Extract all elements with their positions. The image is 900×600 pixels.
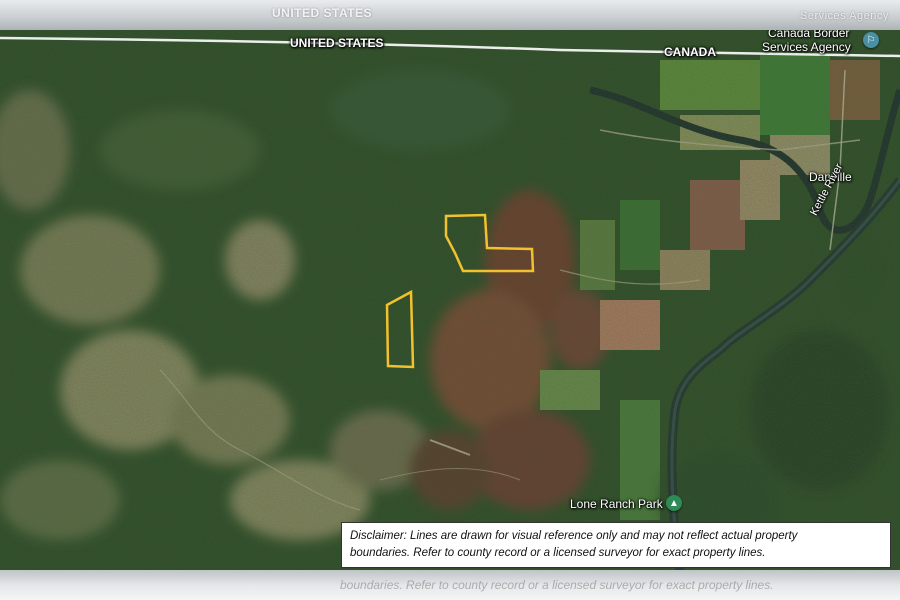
- ghost-services-agency-label: Services Agency: [800, 10, 889, 22]
- satellite-map[interactable]: UNITED STATES CANADA Canada Border Servi…: [0, 30, 900, 570]
- border-agency-label-line1: Canada Border: [768, 30, 850, 40]
- bottom-ghost-strip: boundaries. Refer to county record or a …: [0, 570, 900, 600]
- tree-park-icon[interactable]: ▲: [666, 495, 682, 511]
- disclaimer-line2: boundaries. Refer to county record or a …: [350, 547, 766, 559]
- map-imagery: [0, 30, 900, 570]
- canada-border-label: CANADA: [664, 45, 716, 59]
- ghost-disclaimer-text: boundaries. Refer to county record or a …: [340, 578, 774, 592]
- top-ghost-strip: UNITED STATES Services Agency: [0, 0, 900, 30]
- lone-ranch-park-label: Lone Ranch Park: [570, 497, 663, 511]
- government-building-icon[interactable]: ⚐: [863, 32, 879, 48]
- disclaimer-box: Disclaimer: Lines are drawn for visual r…: [341, 522, 891, 568]
- disclaimer-line1: Disclaimer: Lines are drawn for visual r…: [350, 530, 798, 542]
- us-border-label: UNITED STATES: [290, 36, 384, 50]
- ghost-united-states-label: UNITED STATES: [272, 6, 373, 20]
- border-agency-label-line2: Services Agency: [762, 40, 851, 54]
